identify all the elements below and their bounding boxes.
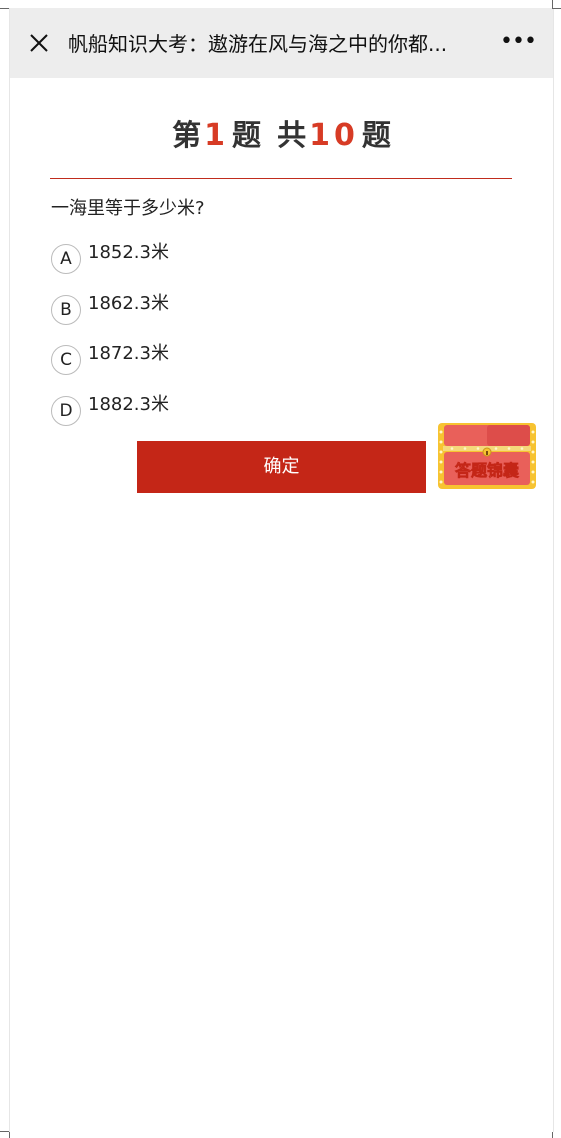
heading-mid: 题 [232, 118, 262, 152]
treasure-chest-icon: 答题锦囊 [438, 423, 536, 489]
page-title: 帆船知识大考：遨游在风与海之中的你都... [68, 32, 448, 56]
heading-suffix: 题 [361, 118, 391, 152]
heading-prefix: 第 [172, 118, 202, 152]
option-letter: B [51, 295, 81, 325]
option-c[interactable]: C 1872.3米 [51, 341, 351, 375]
question-text: 一海里等于多少米? [51, 198, 205, 219]
option-text: 1852.3米 [88, 242, 169, 263]
option-text: 1882.3米 [88, 394, 169, 415]
option-text: 1862.3米 [88, 293, 169, 314]
more-options-icon[interactable]: ••• [498, 25, 538, 59]
corner-mark [552, 8, 561, 9]
total-question-count: 10 [309, 118, 359, 153]
corner-mark [552, 0, 553, 8]
option-letter: D [51, 396, 81, 426]
option-text: 1872.3米 [88, 343, 169, 364]
corner-mark [0, 8, 9, 9]
option-letter: C [51, 345, 81, 375]
current-question-number: 1 [204, 118, 230, 153]
corner-mark [9, 1132, 10, 1138]
option-b[interactable]: B 1862.3米 [51, 291, 351, 325]
title-bar: 帆船知识大考：遨游在风与海之中的你都... ••• [10, 8, 553, 78]
close-icon[interactable] [28, 32, 50, 54]
option-d[interactable]: D 1882.3米 [51, 392, 351, 426]
option-letter: A [51, 244, 81, 274]
corner-mark [0, 1131, 9, 1132]
option-a[interactable]: A 1852.3米 [51, 240, 351, 274]
heading-total-prefix: 共 [277, 118, 307, 152]
confirm-button[interactable]: 确定 [137, 441, 426, 493]
question-progress: 第 1 题共 10 题 [10, 113, 553, 158]
divider [50, 178, 512, 179]
page-frame: 帆船知识大考：遨游在风与海之中的你都... ••• 第 1 题共 10 题 一海里等于多… [9, 8, 554, 1132]
corner-mark [552, 1132, 553, 1138]
treasure-label: 答题锦囊 [455, 461, 520, 480]
treasure-chest-button[interactable]: 答题锦囊 [437, 422, 537, 490]
